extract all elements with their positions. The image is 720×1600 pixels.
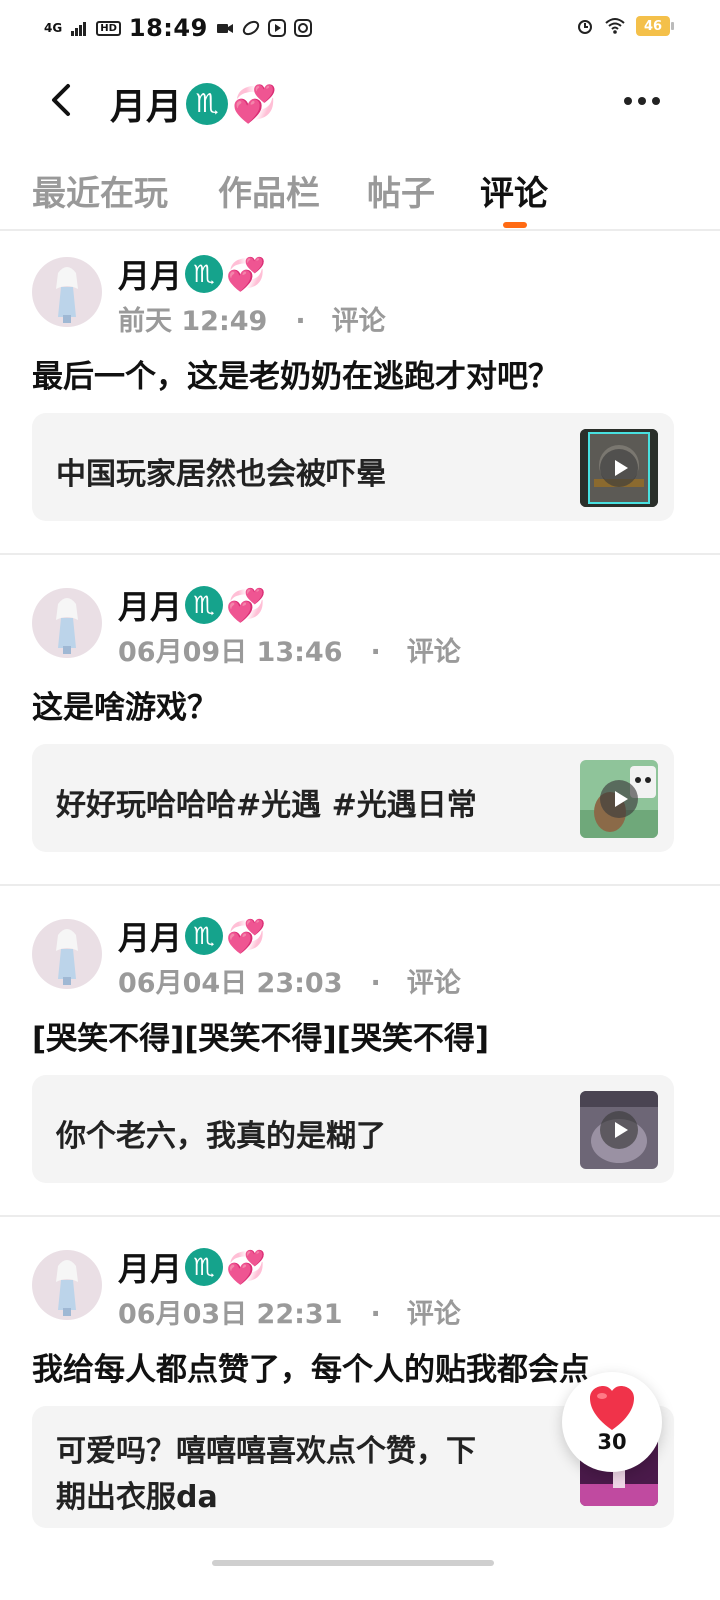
tab-posts[interactable]: 帖子 [367, 166, 435, 215]
avatar-figure [56, 598, 78, 654]
play-icon [600, 780, 638, 818]
comment-text: 最后一个，这是老奶奶在逃跑才对吧？ [32, 359, 559, 395]
author-name[interactable]: 月月 [118, 1244, 182, 1290]
video-thumbnail[interactable] [580, 429, 658, 507]
quoted-post-title-line2: 期出衣服da [56, 1480, 218, 1515]
separator-dot: · [370, 637, 381, 668]
network-indicator: 4G [44, 21, 63, 35]
active-tab-indicator [503, 222, 527, 228]
avatar[interactable] [32, 919, 102, 989]
alarm-icon [578, 20, 592, 34]
quoted-post[interactable]: 好好玩哈哈哈#光遇 #光遇日常 [32, 744, 674, 852]
avatar[interactable] [32, 588, 102, 658]
comment-date: 06月04日 23:03 [118, 968, 343, 999]
scorpio-icon: ♏ [185, 1248, 224, 1286]
hearts-icon: 💞 [226, 1248, 266, 1286]
quoted-post[interactable]: 你个老六，我真的是糊了 [32, 1075, 674, 1183]
quoted-post-title-line1: 可爱吗？嘻嘻嘻喜欢点个赞，下 [56, 1434, 476, 1469]
scorpio-icon: ♏ [186, 83, 229, 125]
chevron-left-icon [52, 84, 70, 116]
quoted-post-title: 中国玩家居然也会被吓晕 [56, 457, 386, 492]
comment-text: [哭笑不得][哭笑不得][哭笑不得] [32, 1021, 490, 1057]
play-app-icon [267, 19, 286, 37]
more-dot [638, 97, 646, 105]
status-bar: 4G HD 18:49 46 [0, 0, 720, 58]
comment-text: 这是啥游戏？ [32, 690, 218, 726]
wifi-icon [605, 18, 625, 34]
scorpio-icon: ♏ [185, 917, 224, 955]
home-indicator[interactable] [212, 1560, 494, 1566]
author-name[interactable]: 月月 [118, 582, 182, 628]
comment-date: 06月09日 13:46 [118, 637, 343, 668]
like-count: 30 [597, 1430, 627, 1454]
camera-app-icon [293, 19, 312, 37]
hearts-icon: 💞 [226, 586, 266, 624]
author-name[interactable]: 月月 [118, 251, 182, 297]
like-button[interactable]: 30 [562, 1372, 662, 1472]
comment-date: 06月03日 22:31 [118, 1299, 343, 1330]
play-icon [600, 449, 638, 487]
tab-works[interactable]: 作品栏 [218, 166, 320, 215]
divider [0, 884, 720, 886]
divider [0, 1215, 720, 1217]
back-button[interactable] [42, 78, 82, 122]
quoted-post-title: 你个老六，我真的是糊了 [56, 1119, 386, 1154]
hearts-icon: 💞 [226, 917, 266, 955]
comment-item[interactable]: 月月 ♏ 💞 前天 12:49 · 评论 最后一个，这是老奶奶在逃跑才对吧？ 中国玩… [0, 231, 720, 553]
avatar-figure [56, 1260, 78, 1316]
scorpio-icon: ♏ [185, 586, 224, 624]
comment-type: 评论 [331, 306, 386, 337]
separator-dot: · [370, 1299, 381, 1330]
avatar[interactable] [32, 257, 102, 327]
more-dot [652, 97, 660, 105]
comment-type: 评论 [406, 637, 461, 668]
page-title: 月月 [110, 87, 183, 128]
scorpio-icon: ♏ [185, 255, 224, 293]
battery-indicator: 46 [636, 16, 674, 36]
tab-recently-played[interactable]: 最近在玩 [32, 166, 168, 215]
profile-title: 月月 ♏ 💞 [110, 78, 277, 130]
comment-type: 评论 [406, 1299, 461, 1330]
video-thumbnail[interactable] [580, 1091, 658, 1169]
comment-type: 评论 [406, 968, 461, 999]
video-camera-icon [216, 24, 233, 33]
comment-item[interactable]: 月月 ♏ 💞 06月04日 23:03 · 评论 [哭笑不得][哭笑不得][哭笑不得… [0, 893, 720, 1215]
app-icon [242, 20, 259, 36]
comment-meta: 前天 12:49 · 评论 [118, 299, 386, 338]
comment-item[interactable]: 月月 ♏ 💞 06月09日 13:46 · 评论 这是啥游戏？ 好好玩哈哈哈#光遇 … [0, 562, 720, 884]
comment-meta: 06月03日 22:31 · 评论 [118, 1292, 461, 1331]
more-options-button[interactable] [624, 86, 668, 116]
separator-dot: · [295, 306, 306, 337]
signal-icon [71, 22, 87, 36]
hearts-icon: 💞 [232, 84, 277, 125]
avatar-figure [56, 267, 78, 323]
avatar[interactable] [32, 1250, 102, 1320]
quoted-post[interactable]: 中国玩家居然也会被吓晕 [32, 413, 674, 521]
more-dot [624, 97, 632, 105]
quoted-post-title: 好好玩哈哈哈#光遇 #光遇日常 [56, 788, 477, 823]
hearts-icon: 💞 [226, 255, 266, 293]
author-name[interactable]: 月月 [118, 913, 182, 959]
tab-comments[interactable]: 评论 [480, 166, 548, 215]
separator-dot: · [370, 968, 381, 999]
comment-meta: 06月09日 13:46 · 评论 [118, 630, 461, 669]
video-thumbnail[interactable] [580, 760, 658, 838]
avatar-figure [56, 929, 78, 985]
play-icon [600, 1111, 638, 1149]
comment-date: 前天 12:49 [118, 306, 268, 337]
hd-badge: HD [96, 20, 121, 36]
tab-bar: 最近在玩 作品栏 帖子 评论 [0, 160, 720, 230]
top-bar: 月月 ♏ 💞 [0, 60, 720, 140]
status-time: 18:49 [128, 14, 208, 42]
comment-meta: 06月04日 23:03 · 评论 [118, 961, 461, 1000]
divider [0, 553, 720, 555]
comment-text: 我给每人都点赞了，每个人的贴我都会点 [32, 1352, 590, 1388]
